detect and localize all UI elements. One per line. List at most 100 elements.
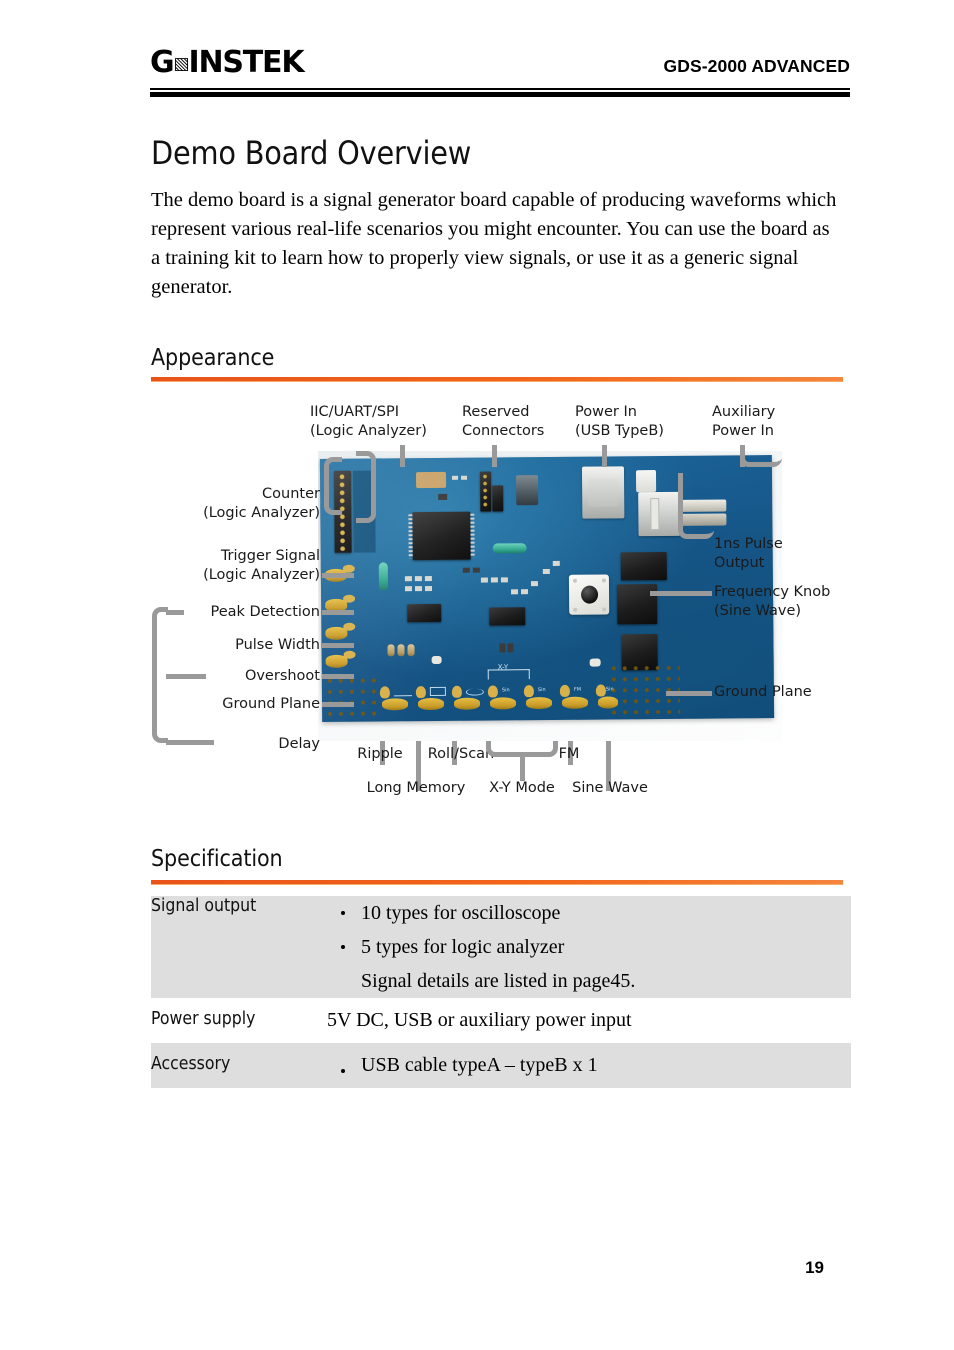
callout-xy-mode: X-Y Mode xyxy=(489,780,555,796)
header-rule-thin xyxy=(150,88,850,90)
ground-plane-left xyxy=(325,676,377,717)
callout-ripple: Ripple xyxy=(357,746,403,762)
resistor xyxy=(397,644,405,657)
knob-screw xyxy=(572,578,577,583)
smd-passive xyxy=(462,567,470,573)
smd-passive xyxy=(404,576,412,582)
callout-long-memory: Long Memory xyxy=(366,780,466,796)
aux-power-jack xyxy=(635,470,657,493)
soic-ic-right-1 xyxy=(620,551,667,581)
bracket-aux-power xyxy=(740,445,782,467)
callout-auxiliary-power-in: Auxiliary Power In xyxy=(712,404,776,439)
spec-label-signal-output: Signal output xyxy=(151,896,257,916)
smd-passive xyxy=(472,567,480,573)
table-row: Power supply 5V DC, USB or auxiliary pow… xyxy=(151,998,851,1043)
smd-passive xyxy=(552,560,560,566)
testpoint-xy-2 xyxy=(525,696,553,710)
testpoint-long-memory xyxy=(417,697,445,711)
leader-ground-plane-left xyxy=(322,702,354,707)
callout-ground-plane-right: Ground Plane xyxy=(714,684,812,700)
spec-line: 10 types for oscilloscope xyxy=(327,896,851,930)
leader-ground-plane-right xyxy=(666,691,712,696)
testpoint-fm xyxy=(561,696,589,709)
specification-table: Signal output 10 types for oscilloscope … xyxy=(151,896,851,1088)
voltage-regulator xyxy=(516,475,539,506)
silkscreen-sin-2: Sin xyxy=(537,687,546,694)
leader-bracket-top xyxy=(166,610,184,615)
smd-passive xyxy=(500,577,508,583)
callout-pulse-width: Pulse Width xyxy=(235,637,320,653)
knob-screw xyxy=(573,607,578,612)
bracket-pulse-output xyxy=(678,473,714,539)
silkscreen-xy-bracket xyxy=(487,669,530,680)
smd-passive xyxy=(404,586,413,592)
knob-screw xyxy=(602,607,607,612)
intro-paragraph: The demo board is a signal generator boa… xyxy=(151,189,837,298)
callout-sine-wave: Sine Wave xyxy=(572,780,648,796)
via-pad xyxy=(342,564,355,573)
leader-bracket-bottom xyxy=(166,740,214,745)
callout-frequency-knob: Frequency Knob (Sine Wave) xyxy=(714,584,831,619)
leader-power-in xyxy=(602,445,607,467)
usb-typeb-shell xyxy=(588,478,619,507)
table-row: Accessory USB cable typeA – typeB x 1 xyxy=(151,1043,851,1088)
ground-plane-right xyxy=(609,663,681,715)
callout-counter: Counter (Logic Analyzer) xyxy=(203,486,320,521)
testpoint-xy-1 xyxy=(489,697,517,710)
leader-bracket-mid xyxy=(166,674,206,679)
spec-label-power-supply: Power supply xyxy=(151,1009,256,1029)
header-model-title: GDS-2000 ADVANCED xyxy=(663,56,850,76)
testpoint-via xyxy=(487,685,498,698)
testpoint-roll-scan xyxy=(453,697,481,710)
reserved-connector-2 xyxy=(492,485,504,512)
spec-line: Signal details are listed in page45. xyxy=(361,970,636,992)
qfp-leads-left xyxy=(408,514,413,559)
callout-overshoot: Overshoot xyxy=(244,668,320,684)
via-pad xyxy=(343,622,356,631)
main-mcu-qfp xyxy=(412,511,471,561)
section-rule-specification xyxy=(151,880,843,885)
silkscreen-xy-label: X-Y xyxy=(497,663,509,672)
callout-pulse-output: 1ns Pulse Output xyxy=(714,536,783,571)
smd-passive xyxy=(424,586,433,592)
silkscreen-wave-icon xyxy=(465,688,484,696)
leader-peak-detection xyxy=(322,610,354,615)
testpoint-via xyxy=(595,684,606,697)
bracket-iic-header xyxy=(356,451,376,523)
callout-delay: Delay xyxy=(278,736,320,752)
smd-passive xyxy=(414,576,422,582)
reserved-connector-1-pins xyxy=(480,473,491,510)
testpoint-via xyxy=(559,684,570,697)
smd-passive xyxy=(507,643,514,653)
section-heading-appearance: Appearance xyxy=(151,345,275,371)
section-heading-specification: Specification xyxy=(151,846,283,872)
demo-board-figure: X-Y Sin Sin FM Sin IIC/UART/SPI (Logic A… xyxy=(150,395,850,815)
smd-passive xyxy=(490,577,498,583)
callout-power-in: Power In (USB TypeB) xyxy=(575,404,664,439)
smd-passive xyxy=(452,475,459,480)
spec-line: 5V DC, USB or auxiliary power input xyxy=(327,1009,632,1031)
smd-passive xyxy=(414,586,423,592)
callout-fm: FM xyxy=(558,746,580,762)
smd-passive xyxy=(542,568,550,575)
silkscreen-sin-1: Sin xyxy=(501,687,510,694)
spec-line: 5 types for logic analyzer xyxy=(327,930,851,964)
silkscreen-sin-3: Sin xyxy=(605,686,614,693)
leader-trigger-signal xyxy=(322,573,354,578)
silkscreen-ripple-icon xyxy=(393,689,412,697)
green-inductor-1 xyxy=(492,543,527,554)
via-pad xyxy=(343,594,356,603)
header-rule-thick xyxy=(150,92,850,97)
page-number: 19 xyxy=(805,1258,824,1277)
smd-passive xyxy=(511,589,519,595)
gw-instek-logo: G▧INSTEK xyxy=(150,45,305,80)
spec-value-power-supply: 5V DC, USB or auxiliary power input xyxy=(327,998,851,1043)
testpoint-ripple xyxy=(381,698,409,711)
callout-reserved-connectors: Reserved Connectors xyxy=(462,404,545,439)
frequency-knob-shaft xyxy=(580,585,599,604)
testpoint-via xyxy=(451,685,462,698)
callout-trigger-signal: Trigger Signal (Logic Analyzer) xyxy=(203,548,320,583)
leader-pulse-width xyxy=(322,643,354,648)
smd-passive xyxy=(480,577,488,583)
page-title: Demo Board Overview xyxy=(151,134,472,172)
